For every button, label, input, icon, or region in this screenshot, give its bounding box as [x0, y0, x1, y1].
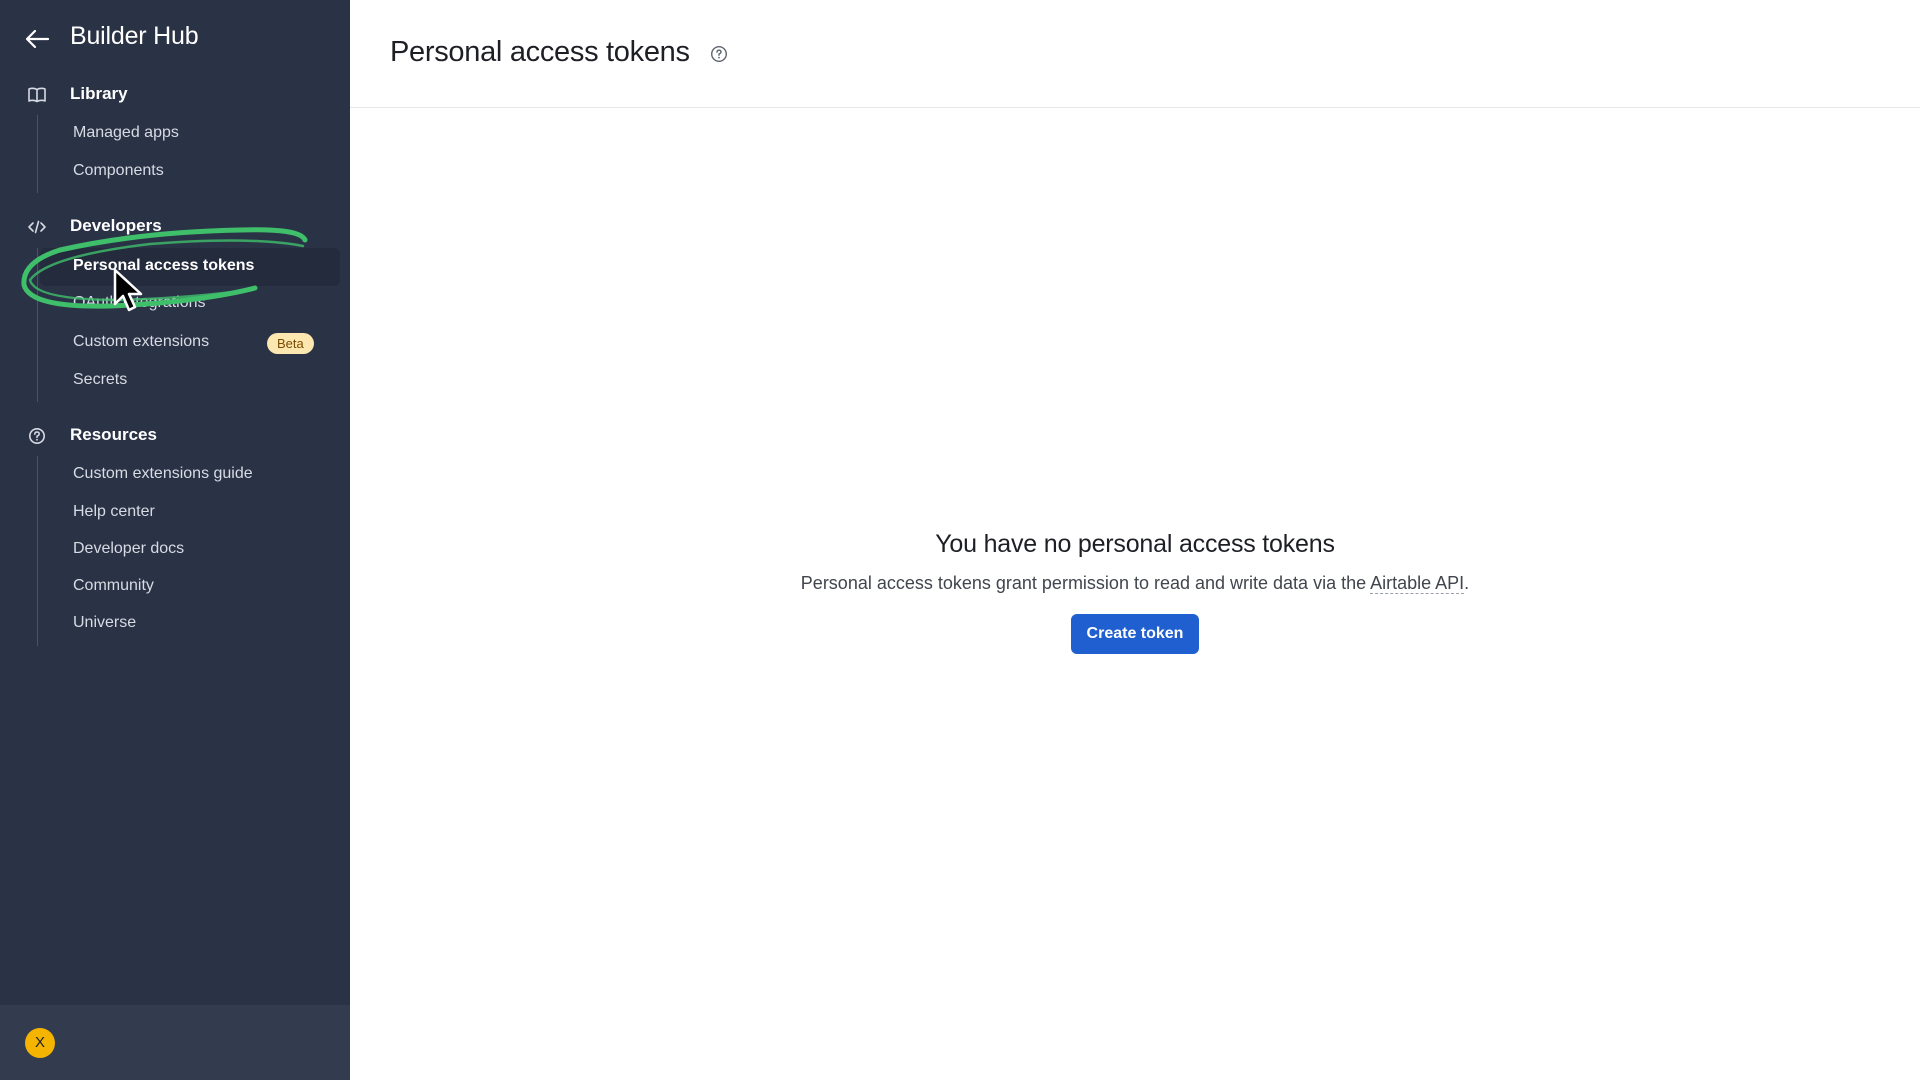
description-suffix: .: [1464, 573, 1470, 593]
sidebar-item-label: Managed apps: [73, 124, 179, 141]
sidebar-item-label: Developer docs: [73, 540, 185, 557]
sidebar-item-community[interactable]: Community: [40, 568, 340, 606]
create-token-button[interactable]: Create token: [1070, 614, 1200, 654]
sidebar-item-secrets[interactable]: Secrets: [40, 362, 340, 400]
section-resources[interactable]: Resources: [0, 421, 350, 451]
question-circle-icon: [29, 428, 45, 444]
sidebar-item-label: Help center: [73, 503, 155, 520]
sidebar-item-label: Personal access tokens: [73, 257, 255, 274]
sidebar-item-custom-extensions[interactable]: Custom extensions Beta: [40, 324, 340, 362]
airtable-api-link[interactable]: Airtable API: [1370, 573, 1465, 594]
beta-badge: Beta: [267, 333, 314, 354]
sidebar-footer: X: [0, 1005, 350, 1080]
sidebar-item-custom-extensions-guide[interactable]: Custom extensions guide: [40, 456, 340, 494]
page-header: Personal access tokens: [350, 0, 1920, 108]
section-label: Developers: [70, 216, 162, 235]
book-icon: [28, 87, 46, 103]
empty-state-title: You have no personal access tokens: [935, 530, 1335, 558]
sidebar-item-label: Universe: [73, 614, 137, 631]
resources-items: Custom extensions guide Help center Deve…: [0, 456, 350, 646]
section-developers[interactable]: Developers: [0, 212, 350, 242]
section-library[interactable]: Library: [0, 80, 350, 110]
code-icon: [28, 220, 46, 234]
sidebar-item-components[interactable]: Components: [40, 153, 340, 191]
sidebar-item-developer-docs[interactable]: Developer docs: [40, 531, 340, 569]
sidebar-item-label: Community: [73, 577, 154, 594]
sidebar-item-universe[interactable]: Universe: [40, 605, 340, 643]
section-label: Resources: [70, 425, 157, 444]
empty-state-description: Personal access tokens grant permission …: [350, 573, 1920, 594]
app-title: Builder Hub: [70, 22, 199, 50]
sidebar-header: Builder Hub: [0, 18, 350, 60]
sidebar-item-managed-apps[interactable]: Managed apps: [40, 115, 340, 153]
avatar[interactable]: X: [25, 1028, 55, 1058]
sidebar-item-personal-access-tokens[interactable]: Personal access tokens: [40, 248, 340, 286]
sidebar-item-oauth-integrations[interactable]: OAuth integrations: [40, 285, 340, 323]
nav-rail: [37, 248, 38, 402]
sidebar-item-label: Secrets: [73, 371, 128, 388]
empty-state: You have no personal access tokens Perso…: [350, 530, 1920, 654]
nav-rail: [37, 115, 38, 193]
sidebar-item-label: Custom extensions: [73, 333, 210, 350]
nav-rail: [37, 456, 38, 646]
sidebar-item-label: OAuth integrations: [73, 294, 206, 311]
sidebar: Builder Hub Library Managed apps Compone…: [0, 0, 350, 1080]
library-items: Managed apps Components: [0, 115, 350, 193]
arrow-left-icon[interactable]: [24, 29, 50, 49]
page-title: Personal access tokens: [390, 36, 690, 68]
section-label: Library: [70, 84, 128, 103]
sidebar-item-label: Components: [73, 162, 164, 179]
developers-items: Personal access tokens OAuth integration…: [0, 248, 350, 402]
main-content: Personal access tokens You have no perso…: [350, 0, 1920, 1080]
help-icon[interactable]: [710, 45, 728, 63]
description-text: Personal access tokens grant permission …: [800, 573, 1371, 593]
sidebar-item-help-center[interactable]: Help center: [40, 494, 340, 532]
sidebar-item-label: Custom extensions guide: [73, 465, 253, 482]
